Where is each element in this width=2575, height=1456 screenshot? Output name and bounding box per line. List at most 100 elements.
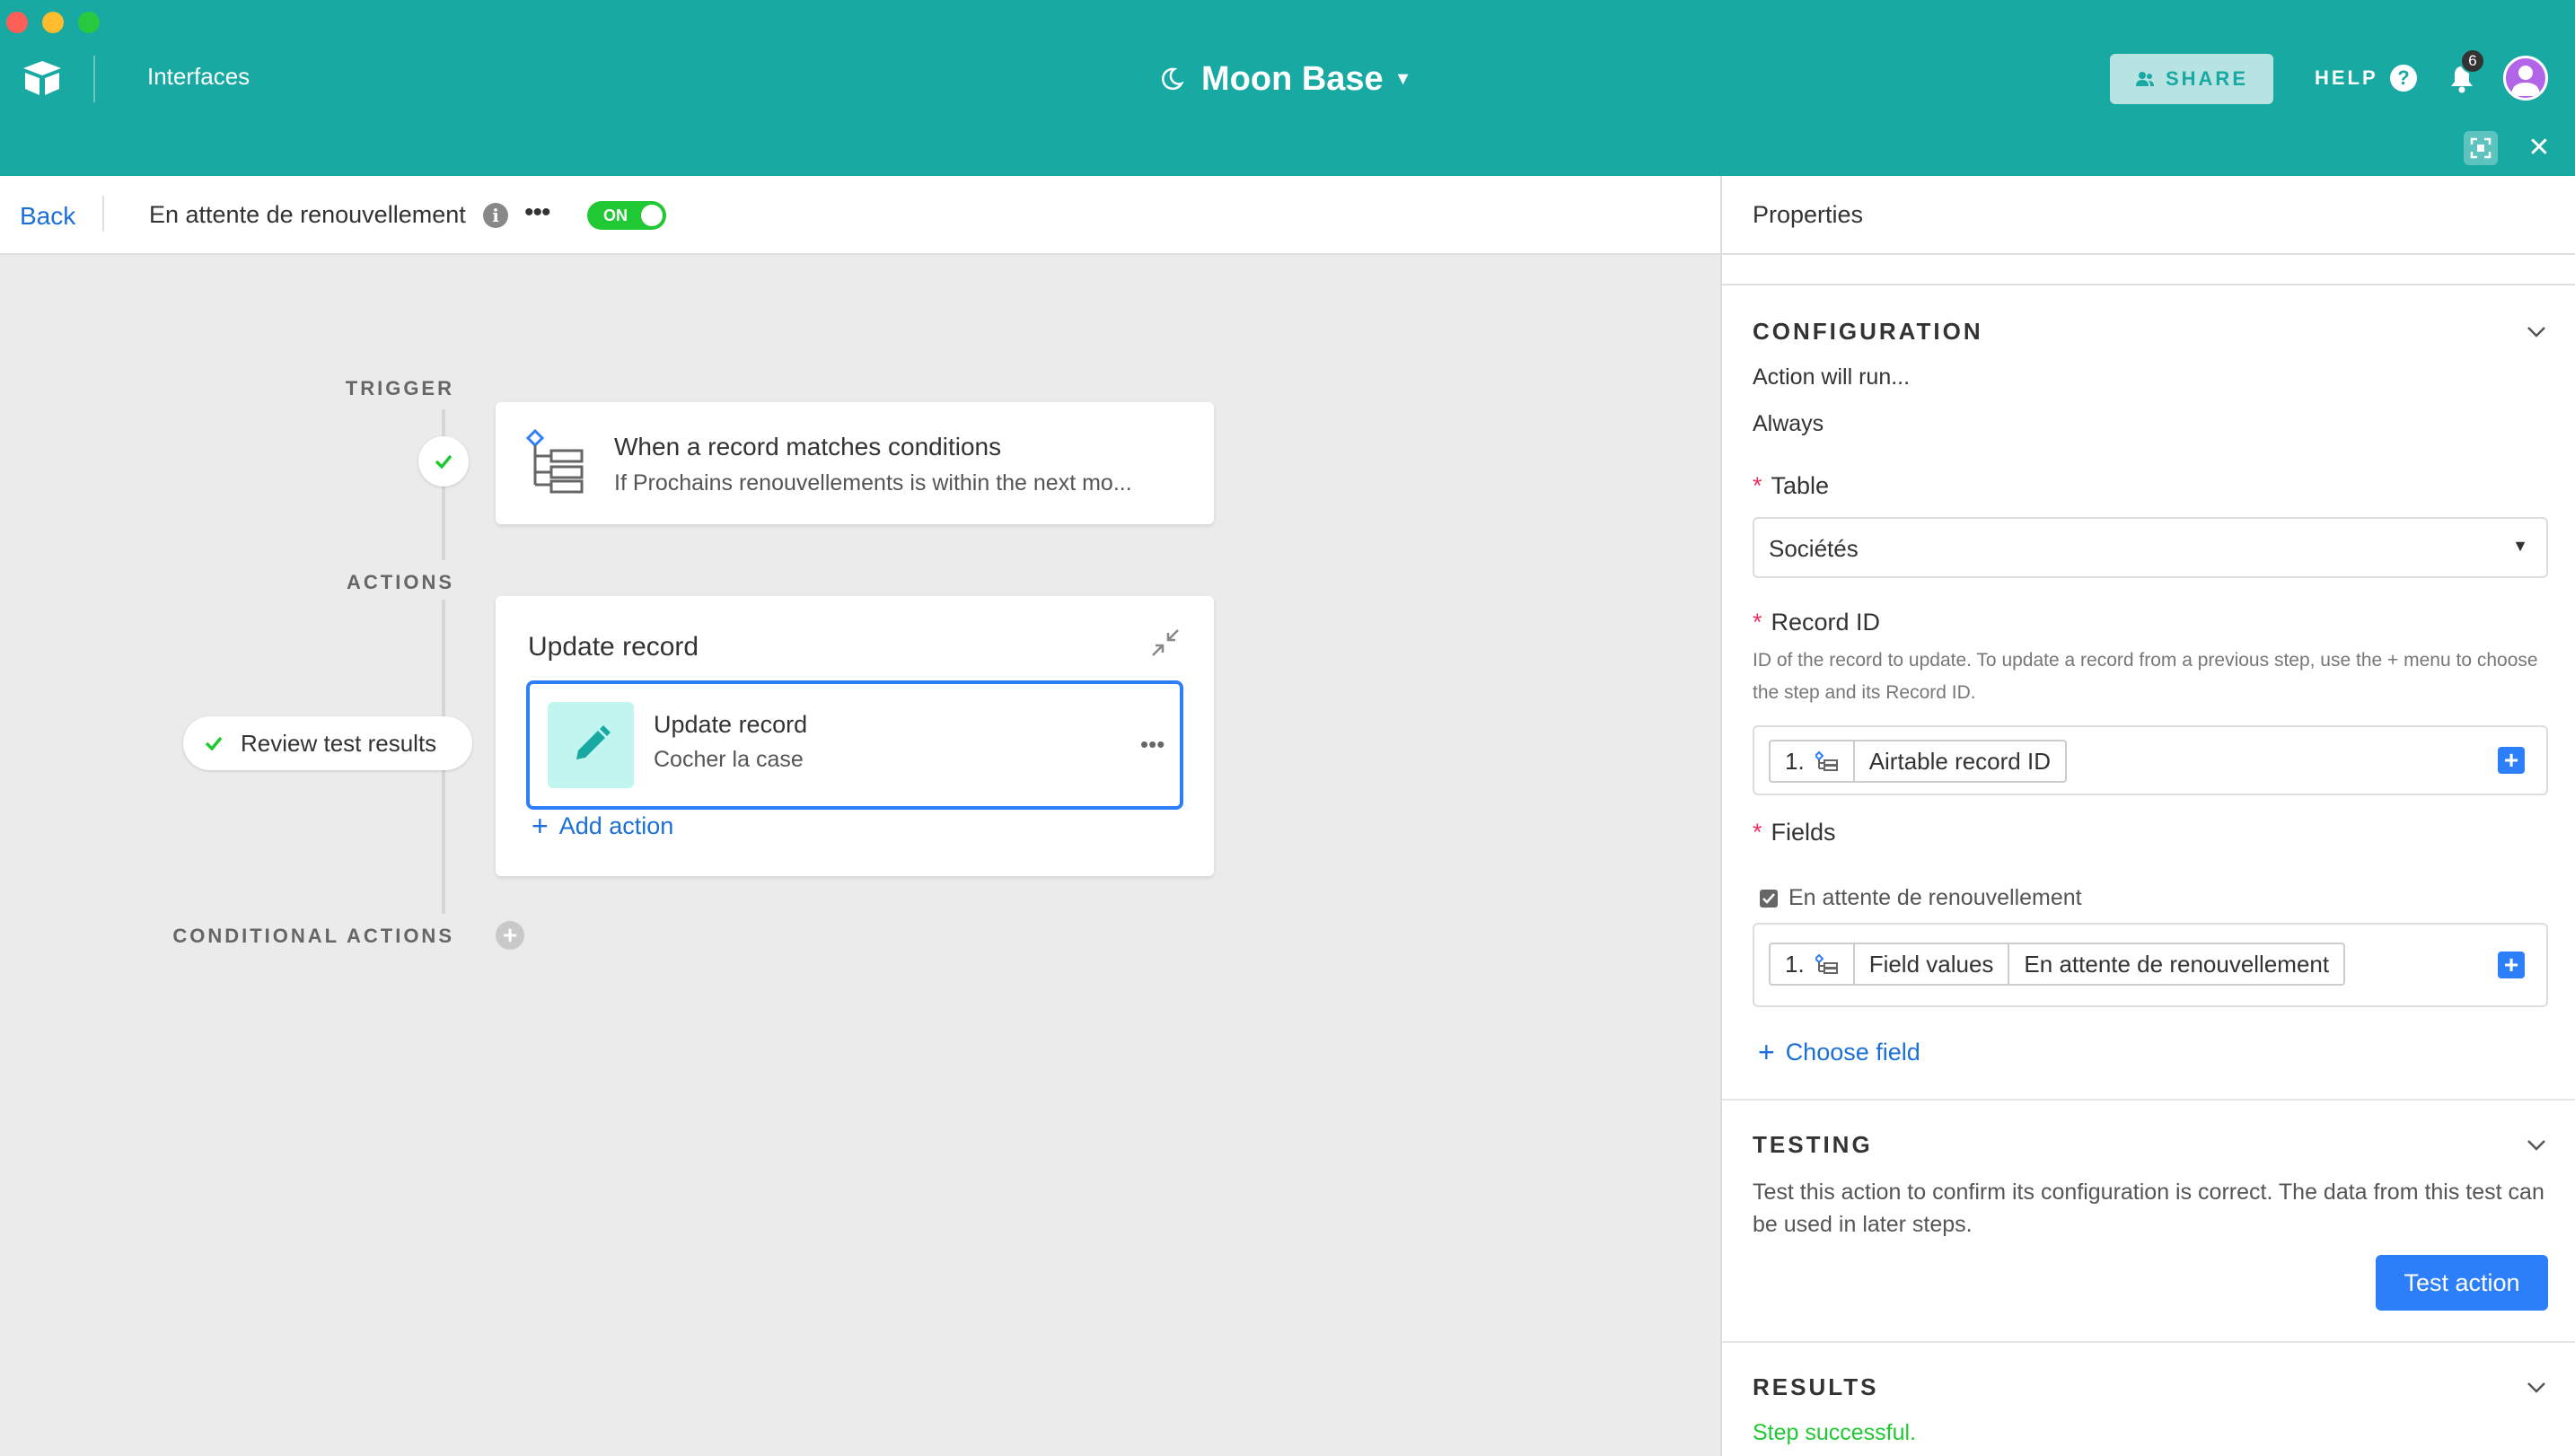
base-name: Moon Base xyxy=(1201,59,1384,98)
token-field: Airtable record ID xyxy=(1868,747,2051,775)
user-silhouette-icon xyxy=(2511,66,2540,96)
field-checkbox-label: En attente de renouvellement xyxy=(1760,885,2082,911)
notification-badge: 6 xyxy=(2460,48,2485,74)
update-record-action[interactable]: Update record Cocher la case ••• xyxy=(526,680,1183,810)
add-action-button[interactable]: + Add action xyxy=(532,810,673,843)
run-mode-value[interactable]: Always xyxy=(1753,411,1824,437)
token-field: En attente de renouvellement xyxy=(2024,950,2330,978)
field-name: En attente de renouvellement xyxy=(1788,885,2082,910)
trigger-card[interactable]: When a record matches conditions If Proc… xyxy=(496,402,1214,524)
testing-heading[interactable]: TESTING xyxy=(1753,1131,1873,1159)
actions-card-title: Update record xyxy=(528,632,699,662)
interfaces-tab[interactable]: Interfaces xyxy=(147,63,250,91)
record-id-help: ID of the record to update. To update a … xyxy=(1753,650,2538,703)
results-status: Step successful. xyxy=(1753,1420,1917,1445)
choose-field-button[interactable]: + Choose field xyxy=(1758,1036,1920,1069)
properties-panel: Properties CONFIGURATION Action will run… xyxy=(1720,176,2575,1456)
fullscreen-icon[interactable] xyxy=(2464,131,2498,165)
required-marker: * xyxy=(1753,819,1762,846)
help-icon[interactable]: ? xyxy=(2390,65,2417,92)
window-minimize-button[interactable] xyxy=(42,12,64,33)
results-heading[interactable]: RESULTS xyxy=(1753,1373,1878,1401)
record-id-token[interactable]: 1. Airtable record ID xyxy=(1769,740,2067,783)
configuration-heading[interactable]: CONFIGURATION xyxy=(1753,318,1983,346)
record-id-input[interactable]: 1. Airtable record ID + xyxy=(1753,725,2548,795)
base-switcher[interactable]: Moon Base ▼ xyxy=(1158,56,1412,102)
action-subtitle: Cocher la case xyxy=(654,747,804,772)
back-link[interactable]: Back xyxy=(20,202,75,231)
record-id-label: * Record ID xyxy=(1753,609,1880,636)
chevron-down-icon[interactable] xyxy=(2525,1133,2548,1156)
app-header: Interfaces Moon Base ▼ SHARE HELP ? 6 ✕ xyxy=(0,0,2575,176)
more-options-icon[interactable]: ••• xyxy=(524,197,550,228)
table-label: * Table xyxy=(1753,472,1829,500)
chevron-down-icon[interactable] xyxy=(2525,320,2548,343)
test-action-button[interactable]: Test action xyxy=(2376,1255,2548,1311)
step-tree-icon xyxy=(1815,751,1838,771)
properties-title: Properties xyxy=(1753,201,1864,228)
share-label: SHARE xyxy=(2165,67,2248,90)
token-source: Field values xyxy=(1855,944,2010,984)
check-icon xyxy=(205,736,223,750)
header-divider xyxy=(102,196,104,232)
help-link[interactable]: HELP xyxy=(2315,66,2378,90)
record-id-label-text: Record ID xyxy=(1771,609,1881,636)
section-divider xyxy=(1722,1099,2575,1101)
record-conditions-icon xyxy=(525,429,584,494)
properties-header: Properties xyxy=(1722,176,2575,255)
section-divider xyxy=(1722,1341,2575,1343)
user-avatar[interactable] xyxy=(2503,56,2548,101)
fields-label: * Fields xyxy=(1753,819,1836,846)
trigger-title: When a record matches conditions xyxy=(614,433,1002,460)
chevron-down-icon: ▼ xyxy=(1393,68,1412,89)
fields-label-text: Fields xyxy=(1771,819,1836,846)
chevron-down-icon[interactable] xyxy=(2525,1375,2548,1399)
add-conditional-action-icon[interactable]: + xyxy=(496,921,524,950)
testing-text: Test this action to confirm its configur… xyxy=(1753,1180,2544,1237)
action-will-run-label: Action will run... xyxy=(1753,364,1911,390)
checkbox-icon xyxy=(1760,889,1778,908)
trigger-section-label: TRIGGER xyxy=(345,377,454,399)
table-select-value: Sociétés xyxy=(1769,535,1859,562)
review-test-results-button[interactable]: Review test results xyxy=(183,716,472,770)
token-step: 1. xyxy=(1771,741,1855,781)
choose-field-label: Choose field xyxy=(1785,1039,1920,1066)
collapse-icon[interactable] xyxy=(1151,628,1180,657)
conditional-actions-label: CONDITIONAL ACTIONS xyxy=(172,925,454,947)
info-icon[interactable]: i xyxy=(483,203,508,228)
insert-plus-button[interactable]: + xyxy=(2498,951,2525,978)
window-zoom-button[interactable] xyxy=(78,12,100,33)
window-close-button[interactable] xyxy=(6,12,28,33)
toggle-label: ON xyxy=(603,206,628,224)
check-icon xyxy=(435,454,453,469)
required-marker: * xyxy=(1753,609,1762,636)
field-value-input[interactable]: 1. Field values En attente de renouvelle… xyxy=(1753,923,2548,1007)
toggle-knob xyxy=(641,205,663,226)
plus-icon: + xyxy=(1758,1036,1775,1068)
token-step: 1. xyxy=(1771,944,1855,984)
panel-divider-strip xyxy=(1722,255,2575,285)
moon-icon xyxy=(1162,67,1184,91)
trigger-status xyxy=(418,436,469,487)
airtable-logo-icon[interactable] xyxy=(22,59,63,97)
close-icon[interactable]: ✕ xyxy=(2525,133,2553,162)
actions-section-label: ACTIONS xyxy=(347,571,454,593)
add-action-label: Add action xyxy=(558,812,674,839)
caret-down-icon: ▼ xyxy=(2512,537,2528,555)
action-title: Update record xyxy=(654,711,808,738)
trigger-subtitle: If Prochains renouvellements is within t… xyxy=(614,470,1132,496)
expand-frame-icon xyxy=(2470,137,2492,159)
table-select[interactable]: Sociétés ▼ xyxy=(1753,517,2548,578)
field-value-token[interactable]: 1. Field values En attente de renouvelle… xyxy=(1769,943,2346,986)
automation-toggle[interactable]: ON xyxy=(587,201,666,230)
insert-plus-button[interactable]: + xyxy=(2498,746,2525,774)
step-tree-icon xyxy=(1815,954,1838,974)
automation-name[interactable]: En attente de renouvellement xyxy=(149,201,466,229)
review-label: Review test results xyxy=(241,729,437,757)
token-step-number: 1. xyxy=(1785,950,1805,978)
table-label-text: Table xyxy=(1771,472,1830,499)
share-button[interactable]: SHARE xyxy=(2110,54,2273,104)
action-more-icon[interactable]: ••• xyxy=(1140,731,1164,759)
header-divider xyxy=(93,56,95,102)
required-marker: * xyxy=(1753,472,1762,499)
